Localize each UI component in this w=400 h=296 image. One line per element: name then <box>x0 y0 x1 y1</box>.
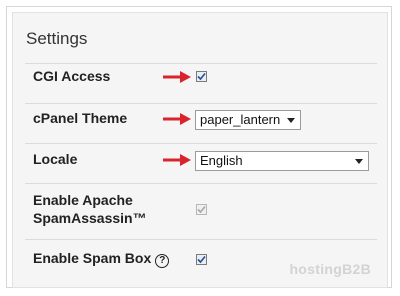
arrow-right-icon <box>163 113 191 125</box>
locale-value: English <box>200 153 243 168</box>
locale-select[interactable]: English <box>195 151 369 171</box>
enable-spamassassin-checkbox[interactable] <box>196 204 207 215</box>
cpanel-theme-value: paper_lantern <box>200 112 281 127</box>
cgi-access-label: CGI Access <box>33 68 111 84</box>
arrow-right-icon <box>163 154 191 166</box>
help-icon[interactable]: ? <box>155 254 170 268</box>
divider <box>25 103 377 104</box>
divider <box>25 183 377 184</box>
divider <box>25 143 377 144</box>
enable-spam-box-label: Enable Spam Box? <box>33 249 170 268</box>
enable-spamassassin-label-line1: Enable Apache <box>33 192 133 208</box>
settings-panel: Settings CGI Access cPanel Theme paper_l… <box>12 12 388 288</box>
watermark-logo: hostingB2B <box>289 261 371 277</box>
arrow-right-icon <box>163 71 191 83</box>
enable-spamassassin-label-line2: SpamAssassin™ <box>33 210 147 226</box>
settings-title: Settings <box>26 29 88 48</box>
cgi-access-checkbox[interactable] <box>196 71 207 82</box>
cpanel-theme-label: cPanel Theme <box>33 110 128 126</box>
enable-spamassassin-label: Enable Apache SpamAssassin™ <box>33 191 147 227</box>
enable-spam-box-checkbox[interactable] <box>196 254 207 265</box>
enable-spam-box-text: Enable Spam Box <box>33 250 152 266</box>
chevron-down-icon <box>355 159 363 164</box>
cpanel-theme-select[interactable]: paper_lantern <box>195 110 301 130</box>
divider <box>25 63 377 64</box>
chevron-down-icon <box>287 118 295 123</box>
locale-label: Locale <box>33 151 78 167</box>
divider <box>25 239 377 240</box>
